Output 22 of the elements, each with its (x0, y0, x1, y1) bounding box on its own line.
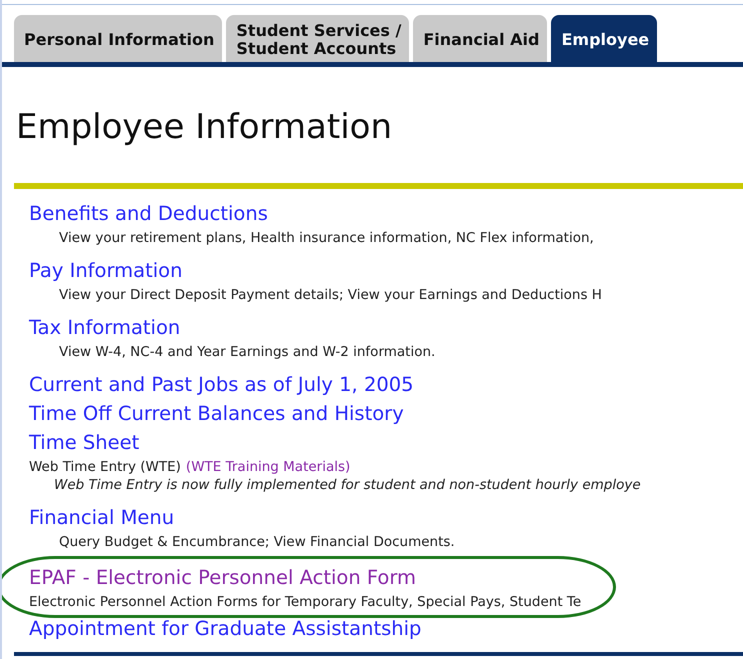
tab[interactable]: Employee (551, 15, 658, 62)
description: Electronic Personnel Action Forms for Temporary Faculty, Special Pays, Student Te (29, 593, 582, 612)
menu-link[interactable]: Time Sheet (29, 428, 140, 457)
page-title: Employee Information (16, 107, 394, 149)
tab[interactable]: Student Services / Student Accounts (226, 15, 410, 62)
description: View your retirement plans, Health insurance information, NC Flex information, (58, 229, 595, 248)
menu-link[interactable]: EPAF - Electronic Personnel Action Form (29, 563, 416, 592)
training-link[interactable]: (WTE Training Materials) (186, 457, 350, 478)
menu-link[interactable]: Time Off Current Balances and History (29, 399, 404, 428)
menu-link[interactable]: Financial Menu (29, 503, 174, 532)
tab[interactable]: Financial Aid (413, 15, 548, 62)
description: View your Direct Deposit Payment details; View your Earnings and Deductions H (58, 286, 603, 305)
menu-link[interactable]: Appointment for Graduate Assistantship (29, 614, 422, 643)
description: Web Time Entry (WTE) (29, 458, 181, 477)
menu-link[interactable]: Benefits and Deductions (29, 199, 268, 228)
description: View W-4, NC-4 and Year Earnings and W-2 information. (58, 343, 436, 362)
menu-link[interactable]: Pay Information (29, 256, 182, 285)
menu-link[interactable]: Current and Past Jobs as of July 1, 2005 (29, 370, 414, 399)
note: Web Time Entry is now fully implemented for student and non-student hourly employe (53, 476, 642, 495)
description: Query Budget & Encumbrance; View Financial Documents. (58, 533, 456, 552)
tab[interactable]: Personal Information (14, 15, 222, 62)
menu-link[interactable]: Tax Information (29, 313, 180, 342)
